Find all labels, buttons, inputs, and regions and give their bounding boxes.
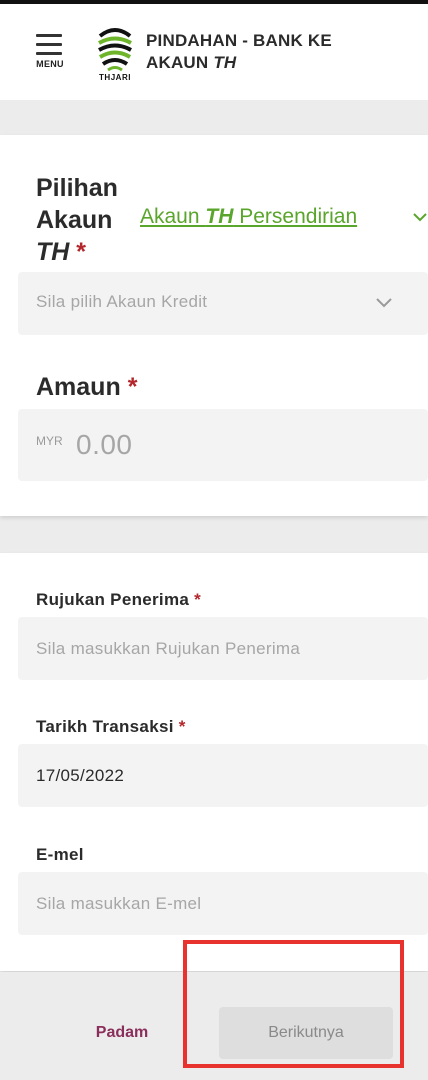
menu-button[interactable]: MENU bbox=[32, 34, 68, 74]
required-marker: * bbox=[178, 717, 186, 736]
amount-placeholder: 0.00 bbox=[76, 429, 133, 460]
account-label-line3: TH * bbox=[36, 236, 118, 268]
account-type-italic: TH bbox=[205, 205, 234, 228]
date-label: Tarikh Transaksi * bbox=[36, 717, 186, 737]
chevron-down-icon bbox=[376, 298, 392, 308]
date-value: 17/05/2022 bbox=[36, 766, 125, 785]
currency-label: MYR bbox=[36, 434, 63, 448]
account-type-prefix: Akaun bbox=[140, 205, 206, 228]
hamburger-icon bbox=[36, 34, 62, 37]
thjari-logo: THJARI bbox=[94, 26, 136, 82]
account-label-line1: Pilihan bbox=[36, 174, 118, 202]
credit-account-select[interactable]: Sila pilih Akaun Kredit bbox=[18, 272, 428, 335]
date-label-text: Tarikh Transaksi bbox=[36, 717, 174, 736]
logo-text: THJARI bbox=[99, 73, 131, 82]
highlight-box bbox=[183, 940, 404, 1068]
reference-label-text: Rujukan Penerima bbox=[36, 590, 190, 609]
page-title: PINDAHAN - BANK KE AKAUN TH bbox=[146, 30, 406, 74]
required-marker: * bbox=[127, 373, 138, 401]
page-title-line1: PINDAHAN - BANK KE bbox=[146, 31, 332, 50]
required-marker: * bbox=[76, 238, 87, 266]
account-type-suffix: Persendirian bbox=[233, 205, 358, 228]
page-title-line2: AKAUN TH bbox=[146, 52, 406, 74]
account-amount-card: Pilihan Akaun TH * Akaun TH Persendirian… bbox=[0, 135, 428, 516]
date-input[interactable]: 17/05/2022 bbox=[18, 744, 428, 807]
amount-input[interactable]: MYR 0.00 bbox=[18, 409, 428, 481]
page-title-line2-prefix: AKAUN bbox=[146, 53, 214, 72]
details-card: Rujukan Penerima * Sila masukkan Rujukan… bbox=[0, 553, 428, 971]
account-label-th: TH bbox=[36, 238, 70, 266]
email-label: E-mel bbox=[36, 845, 84, 864]
cancel-button[interactable]: Padam bbox=[76, 1018, 168, 1048]
hamburger-icon-bar bbox=[36, 52, 62, 55]
page-title-line2-italic: TH bbox=[213, 53, 237, 72]
hamburger-icon-bar bbox=[36, 43, 62, 46]
amount-label-text: Amaun bbox=[36, 373, 121, 401]
account-label: Pilihan Akaun TH * bbox=[36, 172, 118, 268]
amount-label: Amaun * bbox=[36, 371, 137, 403]
required-marker: * bbox=[194, 590, 202, 609]
chevron-down-icon[interactable] bbox=[412, 211, 428, 225]
menu-label: MENU bbox=[36, 59, 64, 69]
email-placeholder: Sila masukkan E-mel bbox=[36, 894, 202, 913]
account-type-dropdown[interactable]: Akaun TH Persendirian bbox=[140, 205, 357, 229]
credit-account-placeholder: Sila pilih Akaun Kredit bbox=[36, 292, 208, 311]
account-label-line2: Akaun bbox=[36, 206, 113, 234]
reference-label: Rujukan Penerima * bbox=[36, 590, 201, 610]
email-input[interactable]: Sila masukkan E-mel bbox=[18, 872, 428, 935]
app-header: MENU THJARI PINDAHAN - BANK KE AKAUN TH bbox=[0, 4, 428, 100]
reference-placeholder: Sila masukkan Rujukan Penerima bbox=[36, 639, 301, 658]
thjari-logo-icon bbox=[98, 28, 132, 72]
reference-input[interactable]: Sila masukkan Rujukan Penerima bbox=[18, 617, 428, 680]
